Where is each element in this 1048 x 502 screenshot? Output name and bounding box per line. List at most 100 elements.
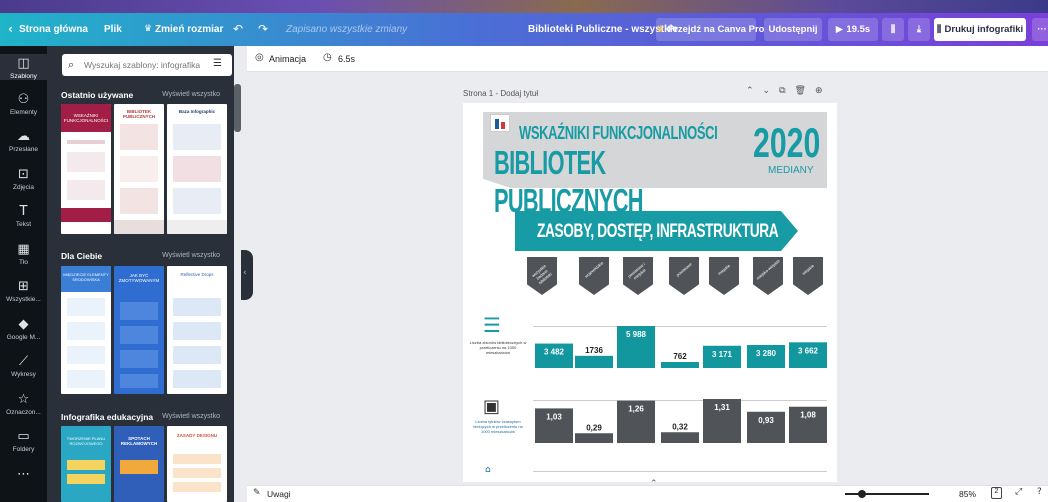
chart-icon: ⫼ bbox=[936, 24, 945, 35]
see-all-education[interactable]: Wyświetl wszystko bbox=[162, 413, 220, 420]
page-down-icon[interactable]: ⌄ bbox=[763, 86, 780, 96]
template-thumbnail[interactable]: TWORZENIE PLANU ROZWOJOWEGO bbox=[61, 426, 111, 502]
template-thumbnail[interactable]: WSKAŹNIKI FUNKCJONALNOŚCI bbox=[61, 104, 111, 234]
home-button[interactable]: Strona główna bbox=[19, 13, 88, 46]
rail-item-templates[interactable]: ◫ Szablony bbox=[0, 54, 47, 80]
duplicate-page-icon[interactable]: ⧉ bbox=[779, 86, 794, 96]
collections-bar bbox=[575, 355, 613, 368]
play-button[interactable]: ▶ 19.5s bbox=[828, 18, 878, 41]
download-icon[interactable]: ⤓ bbox=[908, 18, 930, 41]
resize-button[interactable]: Zmień rozmiar bbox=[155, 13, 223, 46]
thumbnail-title: SPOTACH REKLAMOWYCH bbox=[120, 436, 158, 446]
rail-item-label: Elementy bbox=[9, 108, 38, 116]
thumbnail-title: TWORZENIE PLANU ROZWOJOWEGO bbox=[66, 436, 106, 446]
zoom-slider-handle[interactable] bbox=[858, 490, 866, 498]
collapse-panel-handle[interactable]: ‹ bbox=[241, 250, 253, 300]
thumbnail-title: WSKAŹNIKI FUNKCJONALNOŚCI bbox=[61, 104, 111, 132]
templates-icon: ◫ bbox=[17, 56, 30, 71]
collections-bar bbox=[661, 362, 699, 368]
search-icon: ⌕ bbox=[68, 58, 75, 71]
crown-icon: ♛ bbox=[144, 24, 153, 34]
photos-icon: ⊡ bbox=[18, 166, 29, 182]
collections-value-label: 762 bbox=[673, 352, 687, 361]
template-thumbnail[interactable]: SPOTACH REKLAMOWYCH bbox=[114, 426, 164, 502]
design-canvas[interactable]: WSKAŹNIKI FUNKCJONALNOŚCI BIBLIOTEK PUBL… bbox=[463, 103, 837, 482]
collections-value-label: 3 482 bbox=[544, 348, 565, 357]
rail-item-text[interactable]: T Tekst bbox=[0, 204, 47, 228]
notes-button[interactable]: Uwagi bbox=[267, 489, 291, 499]
rail-item-folders[interactable]: ▭ Foldery bbox=[0, 429, 47, 453]
periodicals-value-label: 1,08 bbox=[800, 411, 816, 420]
crown-icon: ♛ bbox=[656, 24, 668, 35]
see-all-for-you[interactable]: Wyświetl wszystko bbox=[162, 252, 220, 259]
more-options-icon[interactable]: ··· bbox=[1032, 18, 1048, 41]
collections-value-label: 3 280 bbox=[756, 349, 777, 358]
rail-item-google-maps[interactable]: ◆ Google M... bbox=[0, 317, 47, 341]
rail-item-label: Foldery bbox=[12, 446, 35, 453]
templates-panel: Ostatnio używane Wyświetl wszystko Dla C… bbox=[47, 46, 234, 502]
rail-item-more[interactable]: ⋯ bbox=[0, 467, 47, 484]
template-thumbnail[interactable]: ZASADY DESIGNU bbox=[167, 426, 227, 502]
animation-button[interactable]: Animacja bbox=[269, 54, 306, 64]
insights-icon[interactable]: ⫼ bbox=[882, 18, 904, 41]
bottom-bar: ✎ Uwagi 85% 2 ⤢ ? bbox=[247, 485, 1048, 502]
thumbnail-title: JAK BYĆ ZMOTYWOWANYM bbox=[118, 273, 160, 283]
row3-gridline bbox=[533, 471, 827, 472]
section-title-recent: Ostatnio używane bbox=[61, 90, 134, 100]
delete-page-icon[interactable]: 🗑 bbox=[795, 86, 815, 96]
fullscreen-icon[interactable]: ⤢ bbox=[1015, 487, 1022, 497]
play-icon: ▶ bbox=[835, 24, 847, 35]
animation-icon: ◎ bbox=[255, 52, 264, 63]
thumbnail-title: ZASADY DESIGNU bbox=[176, 433, 218, 438]
thumbnail-title: Reflective Drops bbox=[180, 272, 214, 277]
template-thumbnail[interactable]: Reflective Drops bbox=[167, 266, 227, 394]
saved-status: Zapisano wszystkie zmiany bbox=[286, 24, 408, 35]
zoom-level[interactable]: 85% bbox=[959, 489, 976, 499]
thumbnail-title: Baza Infographic bbox=[178, 109, 216, 114]
back-chevron-icon[interactable]: ‹ bbox=[8, 13, 13, 46]
share-button[interactable]: Udostępnij bbox=[764, 18, 822, 41]
page-count[interactable]: 2 bbox=[991, 487, 1002, 499]
periodicals-value-label: 1,26 bbox=[628, 405, 644, 414]
periodicals-value-label: 1,31 bbox=[714, 403, 730, 412]
template-thumbnail[interactable]: Baza Infographic bbox=[167, 104, 227, 234]
thumbnail-title: MIĘDZIECIE ELEMENTY ŚRODOWISKA bbox=[61, 266, 111, 292]
page-up-icon[interactable]: ⌃ bbox=[746, 86, 763, 96]
redo-icon[interactable]: ↷ bbox=[258, 13, 268, 46]
collections-value-label: 5 988 bbox=[626, 330, 647, 339]
template-thumbnail[interactable]: MIĘDZIECIE ELEMENTY ŚRODOWISKA bbox=[61, 266, 111, 394]
editor-subbar: ◎ Animacja ◷ 6.5s bbox=[247, 46, 1048, 72]
see-all-recent[interactable]: Wyświetl wszystko bbox=[162, 91, 220, 98]
rail-item-elements[interactable]: ⚇ Elementy bbox=[0, 92, 47, 116]
panel-scrollbar[interactable] bbox=[234, 84, 241, 132]
rail-item-uploads[interactable]: ☁ Przesłane bbox=[0, 129, 47, 153]
elements-icon: ⚇ bbox=[17, 91, 30, 107]
duration-button[interactable]: 6.5s bbox=[338, 54, 355, 64]
rail-item-label: Zdjęcia bbox=[13, 183, 34, 191]
help-icon[interactable]: ? bbox=[1037, 487, 1042, 497]
periodicals-bar bbox=[661, 432, 699, 443]
page-title[interactable]: Strona 1 - Dodaj tytuł bbox=[463, 89, 538, 98]
top-toolbar: ‹ Strona główna Plik ♛ Zmień rozmiar ↶ ↷… bbox=[0, 13, 1048, 46]
collections-value-label: 3 662 bbox=[798, 346, 819, 355]
periodicals-value-label: 0,93 bbox=[758, 416, 774, 425]
print-infographics-button[interactable]: ⫼ Drukuj infografiki bbox=[934, 18, 1026, 41]
undo-icon[interactable]: ↶ bbox=[233, 13, 243, 46]
chevron-left-icon: ‹ bbox=[243, 268, 247, 278]
rail-item-all-apps[interactable]: ⊞ Wszystkie... bbox=[0, 279, 47, 303]
canva-pro-button[interactable]: ♛ Przejdź na Canva Pro bbox=[656, 18, 764, 41]
page-controls: ⌃⌄⧉🗑⊕ bbox=[746, 86, 832, 96]
template-thumbnail[interactable]: BIBLIOTEK PUBLICZNYCH bbox=[114, 104, 164, 234]
rail-item-photos[interactable]: ⊡ Zdjęcia bbox=[0, 167, 47, 191]
rail-item-label: Oznaczon... bbox=[6, 408, 41, 416]
template-thumbnail[interactable]: JAK BYĆ ZMOTYWOWANYM bbox=[114, 266, 164, 394]
file-menu[interactable]: Plik bbox=[104, 13, 122, 46]
periodicals-bar bbox=[575, 433, 613, 443]
search-input[interactable] bbox=[84, 57, 204, 73]
rail-item-starred[interactable]: ☆ Oznaczon... bbox=[0, 392, 47, 416]
add-page-icon[interactable]: ⊕ bbox=[815, 86, 832, 96]
template-search-box[interactable]: ⌕ ☰ bbox=[62, 54, 232, 76]
rail-item-charts[interactable]: ⟋ Wykresy bbox=[0, 354, 47, 378]
filter-icon[interactable]: ☰ bbox=[213, 58, 222, 69]
rail-item-background[interactable]: ▦ Tło bbox=[0, 242, 47, 266]
